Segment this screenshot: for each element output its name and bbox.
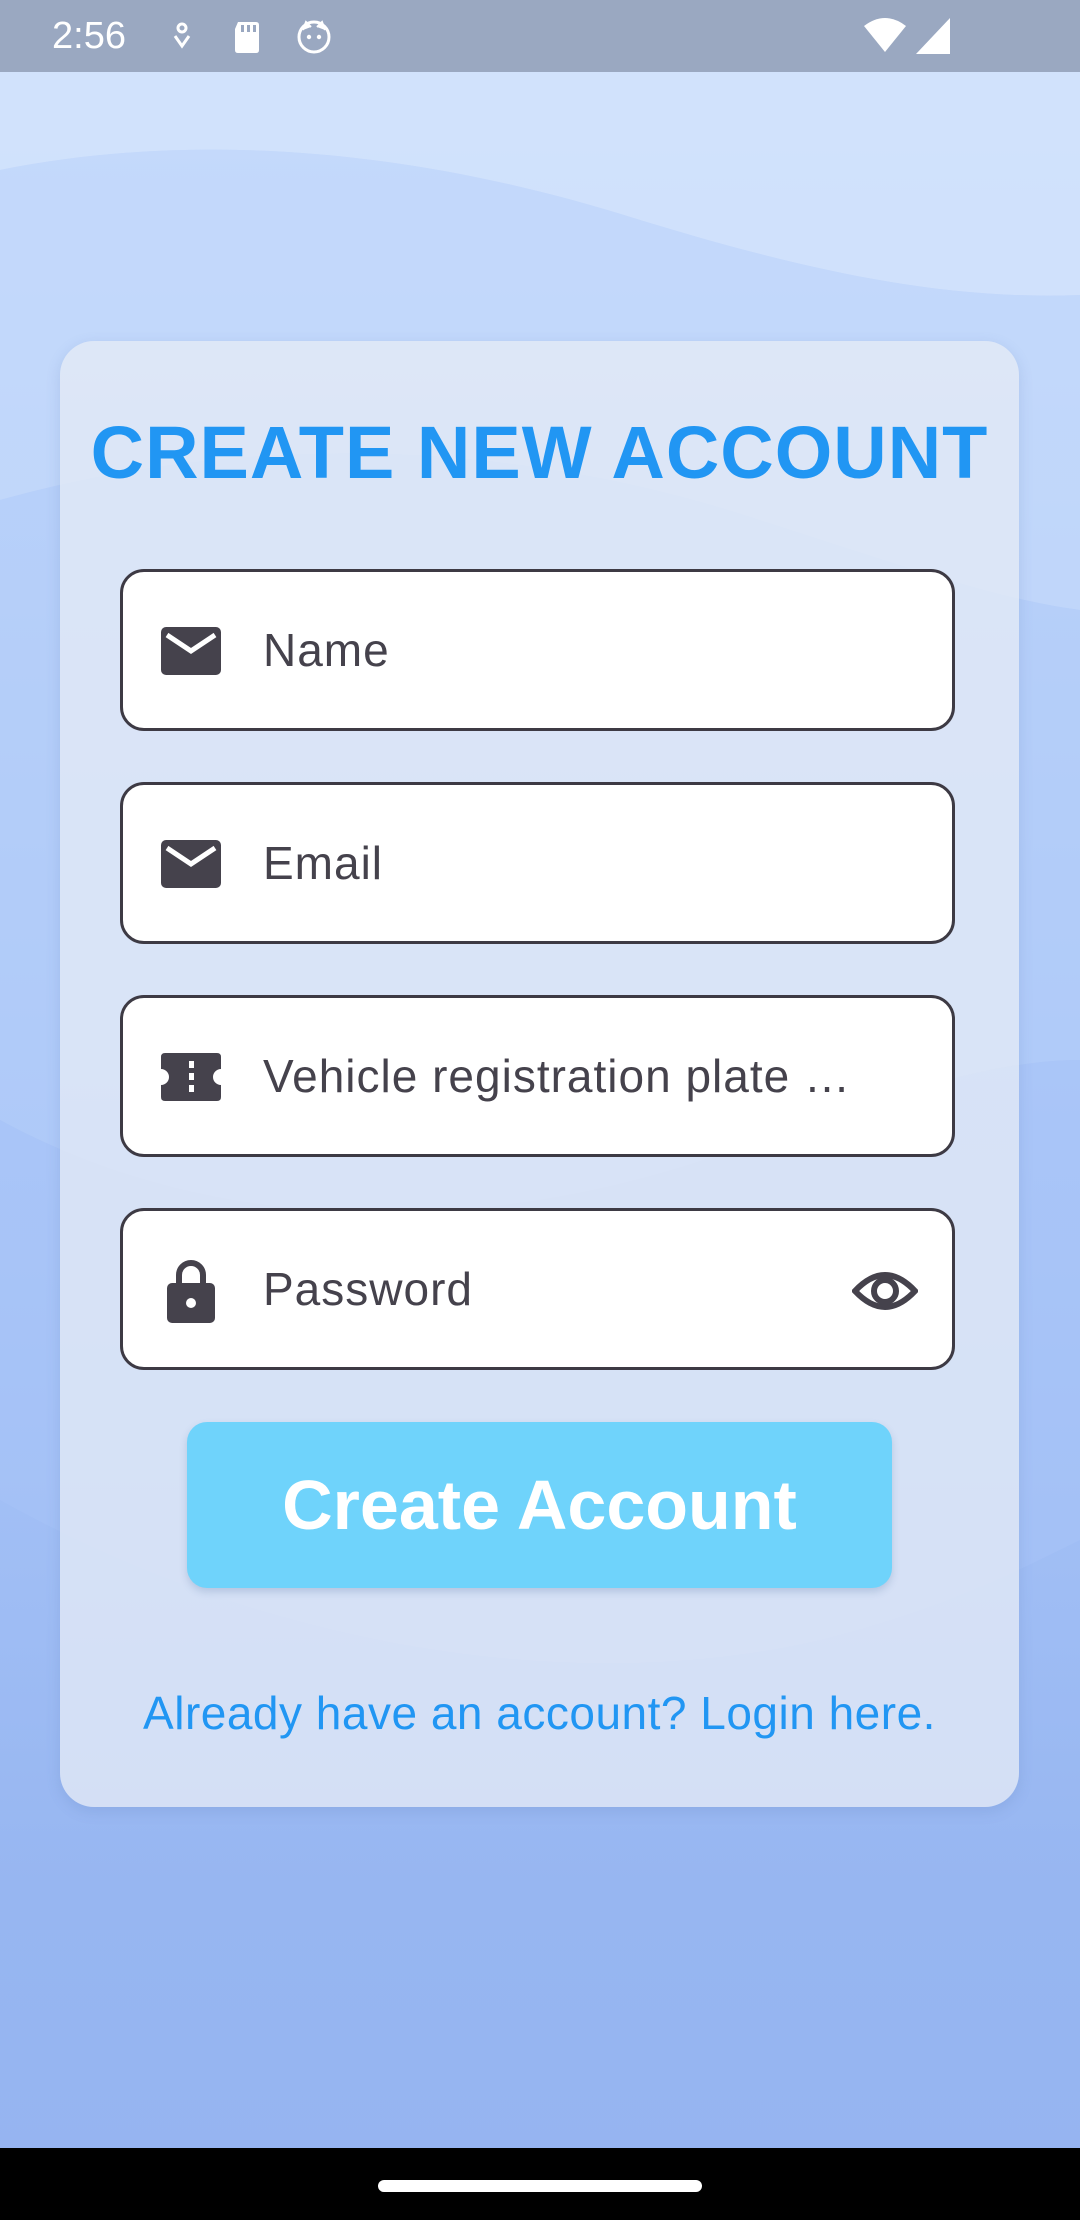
- status-time: 2:56: [52, 15, 126, 57]
- ticket-icon: [161, 1053, 221, 1101]
- vehicle-plate-field-label: Vehicle registration plate …: [263, 1050, 851, 1102]
- name-field[interactable]: Name: [120, 569, 955, 731]
- navigation-bar: [0, 2148, 1080, 2220]
- password-field[interactable]: Password: [120, 1208, 955, 1370]
- sync-icon: [173, 22, 191, 49]
- login-link[interactable]: Already have an account? Login here.: [60, 1685, 1019, 1741]
- wifi-icon: [864, 18, 906, 52]
- mail-icon: [161, 840, 221, 888]
- email-field[interactable]: Email: [120, 782, 955, 944]
- eye-icon[interactable]: [852, 1263, 918, 1319]
- lock-icon: [167, 1260, 215, 1323]
- sd-card-icon: [235, 22, 259, 53]
- home-gesture-handle[interactable]: [378, 2180, 702, 2192]
- mail-icon: [161, 627, 221, 675]
- create-account-button[interactable]: Create Account: [187, 1422, 892, 1588]
- cat-icon: [297, 20, 331, 54]
- vehicle-plate-field[interactable]: Vehicle registration plate …: [120, 995, 955, 1157]
- signup-card: CREATE NEW ACCOUNT Name Email Vehicle re…: [60, 341, 1019, 1807]
- password-field-label: Password: [263, 1263, 473, 1315]
- cellular-signal-icon: [916, 18, 950, 54]
- email-field-label: Email: [263, 837, 384, 889]
- status-bar: 2:56: [0, 0, 1080, 72]
- page-title: CREATE NEW ACCOUNT: [90, 411, 989, 494]
- name-field-label: Name: [263, 624, 390, 676]
